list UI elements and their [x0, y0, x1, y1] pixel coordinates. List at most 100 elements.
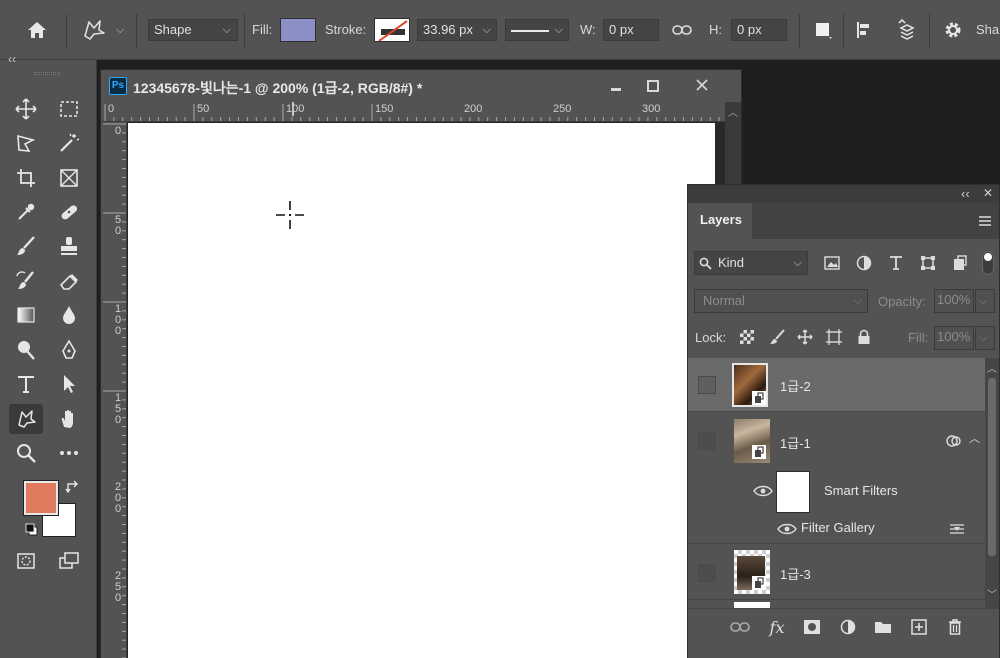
layer-style-fx-icon[interactable]: fx	[764, 615, 790, 639]
zoom-tool-icon[interactable]	[11, 439, 41, 467]
filter-adjustment-icon[interactable]	[854, 253, 874, 273]
width-field[interactable]: 0 px	[603, 19, 659, 41]
filter-mask-thumbnail[interactable]	[776, 471, 810, 513]
home-icon[interactable]	[22, 16, 52, 44]
custom-shape-tool-icon[interactable]	[9, 404, 43, 434]
document-title-bar[interactable]: Ps 12345678-빛나는-1 @ 200% (1급-2, RGB/8#) …	[101, 70, 741, 102]
scrollbar-thumb[interactable]	[988, 378, 996, 556]
filter-toggle-switch[interactable]	[982, 251, 994, 275]
lock-position-icon[interactable]	[796, 328, 814, 346]
blur-tool-icon[interactable]	[54, 301, 84, 329]
link-layers-icon[interactable]	[728, 617, 752, 637]
healing-brush-tool-icon[interactable]	[54, 198, 84, 226]
layer-visibility-toggle[interactable]	[698, 564, 716, 582]
brush-tool-icon[interactable]	[11, 232, 41, 260]
fill-color-swatch[interactable]	[280, 18, 316, 42]
stroke-width-field[interactable]: 33.96 px ⌵	[417, 19, 497, 41]
custom-shape-tool-preset-icon[interactable]	[76, 15, 110, 45]
layer-list-scrollbar[interactable]: ︿ ﹀	[985, 358, 999, 608]
gear-icon[interactable]	[938, 17, 968, 43]
lock-artboards-icon[interactable]	[825, 328, 843, 346]
collapse-filters-icon[interactable]: ︿	[969, 430, 980, 446]
document-canvas[interactable]	[128, 123, 715, 658]
filter-type-icon[interactable]	[886, 253, 906, 273]
close-icon[interactable]	[687, 74, 717, 96]
tab-layers[interactable]: Layers	[688, 203, 752, 239]
default-colors-icon[interactable]	[24, 522, 40, 538]
eye-icon[interactable]	[752, 483, 774, 499]
link-icon[interactable]	[670, 20, 694, 40]
gradient-tool-icon[interactable]	[11, 301, 41, 329]
type-tool-icon[interactable]	[11, 370, 41, 398]
height-field[interactable]: 0 px	[731, 19, 787, 41]
eye-icon[interactable]	[776, 521, 798, 537]
move-tool-icon[interactable]	[11, 95, 41, 123]
lock-transparent-pixels-icon[interactable]	[738, 328, 756, 346]
swap-colors-icon[interactable]	[64, 479, 82, 495]
crop-tool-icon[interactable]	[11, 164, 41, 192]
collapse-tools-icon[interactable]: ‹‹	[8, 52, 16, 66]
filter-smart-object-icon[interactable]	[950, 253, 970, 273]
chevron-down-icon[interactable]: ⌵	[116, 24, 124, 37]
filter-kind-select[interactable]: Kind ⌵	[694, 251, 808, 275]
stroke-type-select[interactable]: ⌵	[505, 19, 569, 41]
layers-panel-header[interactable]: ‹‹ ✕	[688, 185, 999, 203]
fill-field[interactable]: 100%	[934, 326, 974, 350]
stamp-tool-icon[interactable]	[54, 232, 84, 260]
filter-pixel-icon[interactable]	[822, 253, 842, 273]
path-arrangement-icon[interactable]	[893, 17, 921, 43]
path-operations-icon[interactable]	[809, 17, 837, 43]
screen-mode-icon[interactable]	[54, 547, 84, 575]
layer-row[interactable]: 1급-3	[688, 544, 985, 600]
share-label[interactable]: Sha	[976, 22, 999, 38]
smart-filters-indicator-icon[interactable]	[944, 432, 964, 450]
quick-mask-icon[interactable]	[11, 547, 41, 575]
stroke-color-swatch[interactable]	[374, 18, 410, 42]
path-selection-tool-icon[interactable]	[54, 370, 84, 398]
lock-image-pixels-icon[interactable]	[768, 328, 786, 346]
blend-mode-select[interactable]: Normal ⌵	[694, 289, 868, 313]
opacity-dropdown[interactable]: ⌵	[975, 289, 995, 313]
layer-row[interactable]: 1급-1 ︿	[688, 412, 985, 469]
panel-menu-icon[interactable]	[976, 213, 994, 229]
new-group-folder-icon[interactable]	[872, 617, 894, 637]
new-layer-icon[interactable]	[908, 617, 930, 637]
layer-row[interactable]: 1급-2	[688, 358, 985, 412]
lock-all-icon[interactable]	[855, 328, 873, 346]
filter-shape-icon[interactable]	[918, 253, 938, 273]
dodge-tool-icon[interactable]	[11, 336, 41, 364]
opacity-field[interactable]: 100%	[934, 289, 974, 313]
lasso-tool-icon[interactable]	[11, 129, 41, 157]
add-mask-icon[interactable]	[801, 617, 823, 637]
tool-mode-select[interactable]: Shape ⌵	[148, 19, 238, 41]
path-alignment-icon[interactable]	[851, 17, 879, 43]
delete-layer-icon[interactable]	[944, 617, 966, 637]
layer-visibility-toggle[interactable]	[698, 376, 716, 394]
horizontal-ruler[interactable]: 0 50 100 150 200 250 300	[101, 102, 725, 122]
maximize-icon[interactable]	[638, 76, 668, 96]
magic-wand-tool-icon[interactable]	[54, 129, 84, 157]
close-panel-icon[interactable]: ✕	[983, 186, 993, 200]
frame-tool-icon[interactable]	[54, 164, 84, 192]
scroll-up-icon[interactable]: ︿	[728, 104, 738, 119]
vertical-ruler[interactable]: 0 5 0 1 0 0 1 5 0 2 0 0 2 5 0	[101, 122, 127, 658]
foreground-color-swatch[interactable]	[23, 480, 59, 516]
marquee-tool-icon[interactable]	[54, 95, 84, 123]
minimize-icon[interactable]	[601, 76, 631, 96]
eyedropper-tool-icon[interactable]	[11, 198, 41, 226]
hand-tool-icon[interactable]	[54, 405, 84, 433]
filter-blending-options-icon[interactable]	[947, 521, 967, 537]
smart-filters-row[interactable]: Smart Filters	[688, 469, 985, 515]
scroll-down-icon[interactable]: ﹀	[987, 586, 997, 601]
scroll-up-icon[interactable]: ︿	[987, 360, 997, 375]
pen-tool-icon[interactable]	[54, 336, 84, 364]
filter-row[interactable]: Filter Gallery	[688, 515, 985, 544]
more-tools-icon[interactable]	[54, 439, 84, 467]
history-brush-tool-icon[interactable]	[11, 267, 41, 295]
collapse-panel-icon[interactable]: ‹‹	[961, 186, 970, 201]
eraser-tool-icon[interactable]	[54, 267, 84, 295]
layer-visibility-toggle[interactable]	[698, 432, 716, 450]
fill-dropdown[interactable]: ⌵	[975, 326, 995, 350]
panel-grip[interactable]	[34, 72, 60, 75]
new-fill-adjustment-icon[interactable]	[837, 617, 859, 637]
